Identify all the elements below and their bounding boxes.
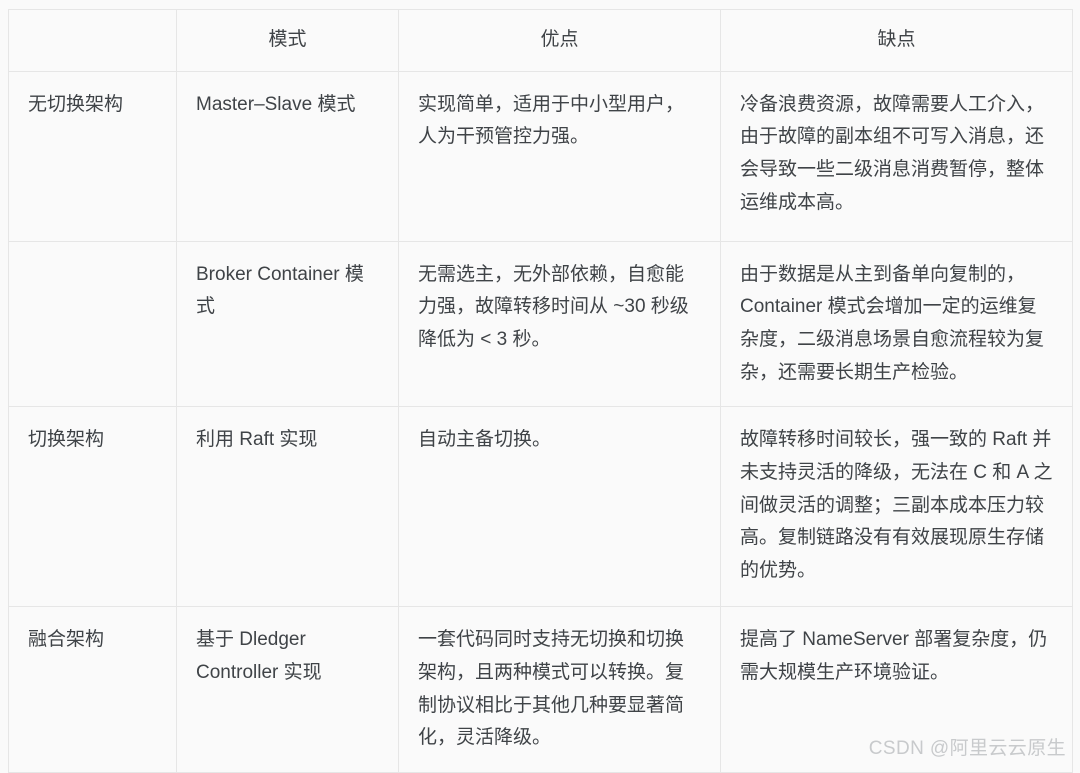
cell-cons-text: 冷备浪费资源，故障需要人工介入，由于故障的副本组不可写入消息，还会导致一些二级消… bbox=[740, 93, 1045, 213]
cell-cons-text: 由于数据是从主到备单向复制的，Container 模式会增加一定的运维复杂度，二… bbox=[740, 263, 1045, 383]
cell-mode-text: 基于 Dledger Controller 实现 bbox=[196, 629, 322, 684]
cell-category-text: 切换架构 bbox=[28, 429, 105, 451]
cell-category-text: 无切换架构 bbox=[28, 93, 124, 115]
cell-category: 无切换架构 bbox=[8, 70, 177, 242]
table-body: 无切换架构 Master–Slave 模式 实现简单，适用于中小型用户，人为干预… bbox=[8, 70, 1073, 773]
column-header-pros: 优点 bbox=[398, 9, 721, 72]
cell-pros-text: 无需选主，无外部依赖，自愈能力强，故障转移时间从 ~30 秒级降低为 < 3 秒… bbox=[418, 263, 689, 351]
cell-category: 切换架构 bbox=[8, 406, 177, 608]
cell-pros: 实现简单，适用于中小型用户，人为干预管控力强。 bbox=[398, 70, 721, 242]
table-header-row: 模式 优点 缺点 bbox=[8, 9, 1073, 72]
column-header-category bbox=[8, 9, 177, 72]
architecture-comparison-table: 模式 优点 缺点 无切换架构 Master–Slave 模式 实现简单，适用于中… bbox=[8, 9, 1073, 773]
cell-cons: 故障转移时间较长，强一致的 Raft 并未支持灵活的降级，无法在 C 和 A 之… bbox=[720, 406, 1073, 608]
cell-pros: 一套代码同时支持无切换和切换架构，且两种模式可以转换。复制协议相比于其他几种要显… bbox=[398, 606, 721, 773]
cell-cons-text: 故障转移时间较长，强一致的 Raft 并未支持灵活的降级，无法在 C 和 A 之… bbox=[740, 429, 1053, 582]
cell-pros-text: 一套代码同时支持无切换和切换架构，且两种模式可以转换。复制协议相比于其他几种要显… bbox=[418, 629, 685, 749]
csdn-watermark: CSDN @阿里云云原生 bbox=[868, 738, 1066, 759]
cell-pros-text: 自动主备切换。 bbox=[418, 429, 552, 451]
cell-category bbox=[8, 240, 177, 408]
cell-mode-text: Broker Container 模式 bbox=[196, 263, 364, 318]
page-root: 模式 优点 缺点 无切换架构 Master–Slave 模式 实现简单，适用于中… bbox=[0, 0, 1080, 773]
cell-mode: Master–Slave 模式 bbox=[176, 70, 399, 242]
cell-category-text: 融合架构 bbox=[28, 629, 105, 651]
cell-cons: 由于数据是从主到备单向复制的，Container 模式会增加一定的运维复杂度，二… bbox=[720, 240, 1073, 408]
cell-mode: Broker Container 模式 bbox=[176, 240, 399, 408]
cell-mode: 基于 Dledger Controller 实现 bbox=[176, 606, 399, 773]
cell-mode-text: 利用 Raft 实现 bbox=[196, 429, 318, 451]
cell-cons-text: 提高了 NameServer 部署复杂度，仍需大规模生产环境验证。 bbox=[740, 629, 1048, 684]
table-header: 模式 优点 缺点 bbox=[8, 9, 1073, 72]
table-row: Broker Container 模式 无需选主，无外部依赖，自愈能力强，故障转… bbox=[8, 240, 1073, 408]
column-header-cons: 缺点 bbox=[720, 9, 1073, 72]
cell-pros-text: 实现简单，适用于中小型用户，人为干预管控力强。 bbox=[418, 93, 685, 148]
cell-pros: 无需选主，无外部依赖，自愈能力强，故障转移时间从 ~30 秒级降低为 < 3 秒… bbox=[398, 240, 721, 408]
table-row: 无切换架构 Master–Slave 模式 实现简单，适用于中小型用户，人为干预… bbox=[8, 70, 1073, 242]
cell-mode-text: Master–Slave 模式 bbox=[196, 93, 356, 115]
column-header-mode: 模式 bbox=[176, 9, 399, 72]
table-row: 切换架构 利用 Raft 实现 自动主备切换。 故障转移时间较长，强一致的 Ra… bbox=[8, 406, 1073, 608]
cell-mode: 利用 Raft 实现 bbox=[176, 406, 399, 608]
cell-cons: 冷备浪费资源，故障需要人工介入，由于故障的副本组不可写入消息，还会导致一些二级消… bbox=[720, 70, 1073, 242]
cell-category: 融合架构 bbox=[8, 606, 177, 773]
cell-pros: 自动主备切换。 bbox=[398, 406, 721, 608]
